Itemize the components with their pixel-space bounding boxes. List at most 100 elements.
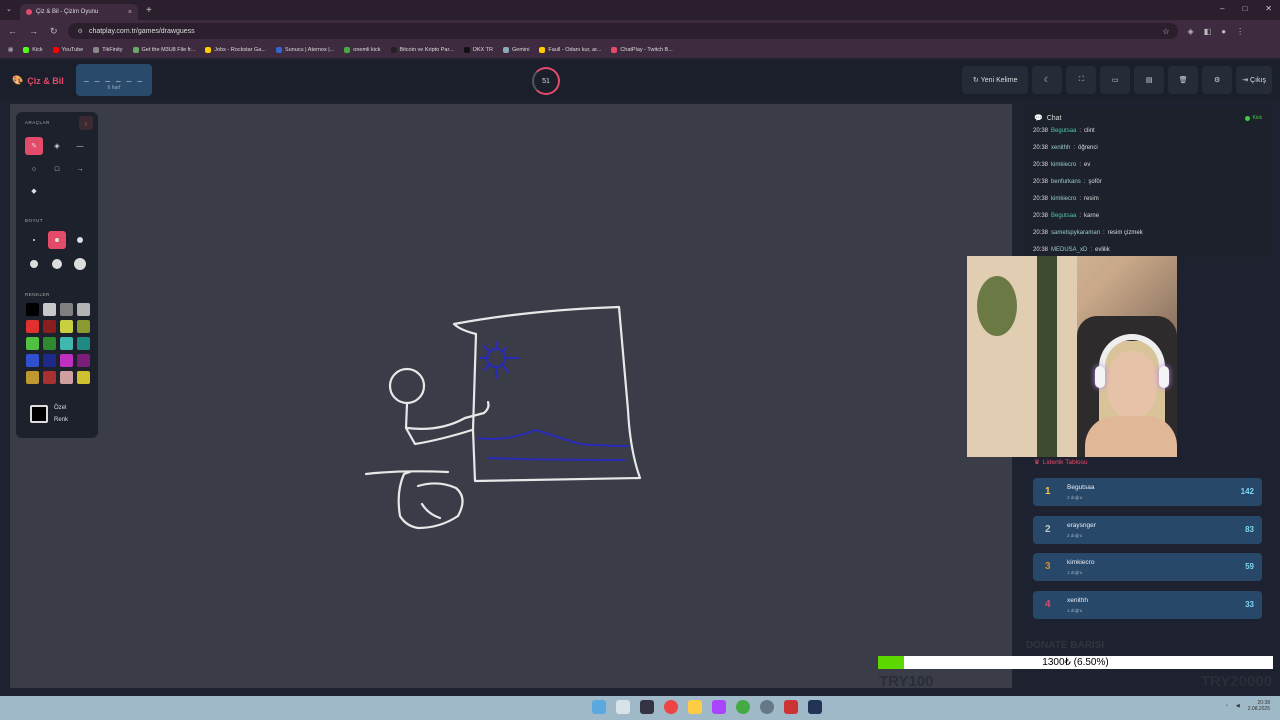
message-user[interactable]: kimkiecro xyxy=(1051,162,1076,168)
custom-color-control[interactable]: Özel Renk xyxy=(30,402,68,426)
bookmark-item[interactable]: ChatPlay - Twitch B... xyxy=(611,47,673,53)
browser-icon[interactable] xyxy=(736,700,750,714)
new-word-button[interactable]: ↻ Yeni Kelime xyxy=(962,66,1029,94)
tab-search-icon[interactable]: ⌄ xyxy=(6,5,12,13)
color-swatch[interactable] xyxy=(60,303,73,316)
volume-icon[interactable]: ◀ xyxy=(1236,703,1240,709)
size-5-button[interactable] xyxy=(48,255,66,273)
task-view-icon[interactable] xyxy=(640,700,654,714)
chrome-icon[interactable] xyxy=(664,700,678,714)
chat-messages[interactable]: 20:38 Begutsaa: clint 20:38 xenithh: öğrenci 2… xyxy=(1033,122,1263,254)
message-user[interactable]: Begutsaa xyxy=(1051,128,1076,134)
wifi-icon[interactable]: ◔ xyxy=(1225,703,1228,709)
puzzle-icon[interactable]: ◧ xyxy=(1204,27,1212,36)
obs-icon[interactable] xyxy=(760,700,774,714)
rectangle-tool-button[interactable]: □ xyxy=(48,160,66,178)
message-user[interactable]: Begutsaa xyxy=(1051,213,1076,219)
message-user[interactable]: MEDUSA_xD xyxy=(1051,247,1087,253)
new-tab-icon[interactable]: + xyxy=(146,5,152,16)
line-tool-button[interactable]: — xyxy=(71,137,89,155)
display-button[interactable]: ▭ xyxy=(1100,66,1131,94)
size-1-button[interactable] xyxy=(25,231,43,249)
start-icon[interactable] xyxy=(592,700,606,714)
size-4-button[interactable] xyxy=(25,255,43,273)
size-6-button[interactable] xyxy=(71,255,89,273)
forward-icon[interactable]: → xyxy=(29,26,38,37)
minimize-icon[interactable]: – xyxy=(1220,4,1224,13)
color-swatch[interactable] xyxy=(26,371,39,384)
browser-tab[interactable]: Çiz & Bil - Çizim Oyunu × xyxy=(20,4,138,20)
color-swatch[interactable] xyxy=(26,337,39,350)
explorer-icon[interactable] xyxy=(688,700,702,714)
bookmark-item[interactable]: YouTube xyxy=(52,47,83,53)
color-swatch[interactable] xyxy=(43,320,56,333)
arrow-tool-button[interactable]: → xyxy=(71,160,89,178)
bookmark-item[interactable]: Kick xyxy=(23,47,43,53)
custom-color-swatch[interactable] xyxy=(30,405,48,423)
color-swatch[interactable] xyxy=(43,371,56,384)
dark-mode-button[interactable]: ☾ xyxy=(1032,66,1063,94)
message-user[interactable]: sametspykaraman xyxy=(1051,230,1100,236)
fill-tool-button[interactable]: ◆ xyxy=(25,182,43,200)
reload-icon[interactable]: ↻ xyxy=(50,26,58,37)
color-swatch[interactable] xyxy=(60,354,73,367)
discord-icon[interactable] xyxy=(712,700,726,714)
profile-icon[interactable]: ● xyxy=(1221,27,1226,36)
message-user[interactable]: xenithh xyxy=(1051,145,1070,151)
bookmark-item[interactable]: Faull - Odanı kur, ar... xyxy=(539,47,601,53)
color-swatch[interactable] xyxy=(43,354,56,367)
pen-tool-button[interactable]: ✎ xyxy=(25,137,43,155)
color-swatch[interactable] xyxy=(43,303,56,316)
color-swatch[interactable] xyxy=(43,337,56,350)
bookmark-item[interactable]: Get the M3U8 File fr... xyxy=(132,47,195,53)
webcam-overlay xyxy=(967,256,1177,457)
message-user[interactable]: kimkiecro xyxy=(1051,196,1076,202)
delete-button[interactable]: 🗑 xyxy=(1168,66,1199,94)
color-swatch[interactable] xyxy=(77,337,90,350)
circle-tool-button[interactable]: ○ xyxy=(25,160,43,178)
size-3-button[interactable] xyxy=(71,231,89,249)
collapse-panel-button[interactable]: ‹ xyxy=(79,116,93,130)
color-swatch[interactable] xyxy=(77,320,90,333)
close-tab-icon[interactable]: × xyxy=(128,9,132,16)
message-user[interactable]: benfurkans xyxy=(1051,179,1081,185)
color-swatch[interactable] xyxy=(77,303,90,316)
bookmark-item[interactable]: Sunucu | Aternos |... xyxy=(275,47,334,53)
size-2-button[interactable] xyxy=(48,231,66,249)
bookmark-item[interactable]: Gemini xyxy=(503,47,529,53)
color-swatch[interactable] xyxy=(60,337,73,350)
fullscreen-button[interactable]: ⛶ xyxy=(1066,66,1097,94)
bookmark-item[interactable]: Bitcoin ve Kripto Par... xyxy=(390,47,454,53)
clock[interactable]: 20:38 2.08.2025 xyxy=(1248,700,1270,712)
color-swatch[interactable] xyxy=(26,320,39,333)
bookmark-item[interactable]: Jobs - Rockstar Ga... xyxy=(205,47,266,53)
palette-icon: 🎨 xyxy=(12,75,24,85)
app-icon[interactable] xyxy=(784,700,798,714)
close-window-icon[interactable]: ✕ xyxy=(1265,4,1272,13)
bookmark-item[interactable]: TikFinity xyxy=(93,47,123,53)
apps-icon[interactable]: ▦ xyxy=(8,47,13,53)
color-swatch[interactable] xyxy=(60,320,73,333)
clear-button[interactable]: ▤ xyxy=(1134,66,1165,94)
settings-button[interactable]: ⚙ xyxy=(1202,66,1233,94)
chat-message: 20:38 benfurkans: şoför xyxy=(1033,173,1263,190)
message-text: evlilik xyxy=(1095,246,1110,253)
bookmark-item[interactable]: OKX TR xyxy=(463,47,493,53)
color-swatch[interactable] xyxy=(77,354,90,367)
color-swatch[interactable] xyxy=(77,371,90,384)
url-field[interactable]: ⚙ chatplay.com.tr/games/drawguess ☆ xyxy=(67,23,1178,39)
color-swatch[interactable] xyxy=(60,371,73,384)
search-icon[interactable] xyxy=(616,700,630,714)
steam-icon[interactable] xyxy=(808,700,822,714)
menu-icon[interactable]: ⋮ xyxy=(1236,27,1244,36)
extension-icon[interactable]: ◈ xyxy=(1188,27,1194,36)
site-info-icon[interactable]: ⚙ xyxy=(78,28,83,35)
eraser-tool-button[interactable]: ◈ xyxy=(48,137,66,155)
exit-button[interactable]: ⇥ Çıkış xyxy=(1236,66,1272,94)
maximize-icon[interactable]: □ xyxy=(1242,4,1247,13)
color-swatch[interactable] xyxy=(26,303,39,316)
bookmark-star-icon[interactable]: ☆ xyxy=(1162,27,1169,36)
color-swatch[interactable] xyxy=(26,354,39,367)
back-icon[interactable]: ← xyxy=(8,26,17,37)
bookmark-item[interactable]: onemli kick xyxy=(344,47,381,53)
